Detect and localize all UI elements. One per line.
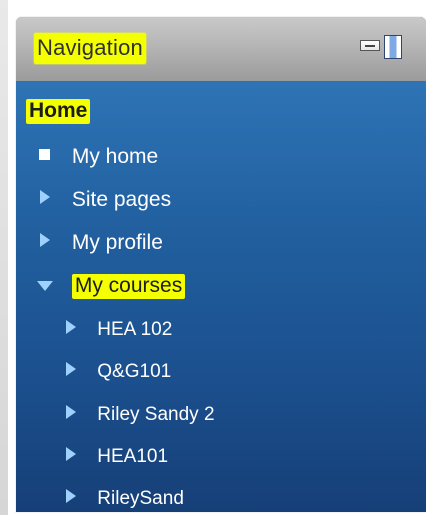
hide-block-icon[interactable] [384,35,402,59]
navigation-title: Navigation [34,33,146,64]
course-item-hea-102[interactable]: HEA 102 [60,317,172,341]
tree-item-home[interactable]: Home [26,99,91,124]
course-item-riley-sandy-2[interactable]: Riley Sandy 2 [60,402,215,426]
chevron-right-icon [60,358,84,382]
tree-item-my-profile-label: My profile [71,230,163,254]
page-frame: Navigation Home My home Site pages My pr… [0,0,426,515]
dock-icon[interactable] [360,40,380,51]
course-item-rileysand[interactable]: RileySand [60,486,184,510]
tree-item-home-label: Home [26,99,91,124]
left-strip [0,0,8,515]
chevron-right-icon [60,485,84,509]
tree-item-my-courses[interactable]: My courses [34,274,186,299]
navigation-body: Home My home Site pages My profile My co… [16,81,426,512]
chevron-down-icon [34,274,58,298]
chevron-right-icon [60,443,84,467]
course-item-label: Q&G101 [97,360,172,382]
tree-item-site-pages-label: Site pages [71,187,172,211]
tree-item-site-pages[interactable]: Site pages [34,187,171,211]
navigation-header: Navigation [16,17,426,82]
navigation-block: Navigation Home My home Site pages My pr… [16,17,426,512]
chevron-right-icon [34,229,58,253]
block-controls [360,33,412,59]
navigation-title-text: Navigation [34,33,146,64]
course-item-label: HEA101 [97,445,169,467]
tree-item-my-home[interactable]: My home [34,144,158,168]
course-item-label: HEA 102 [97,318,173,340]
tree-item-my-home-label: My home [71,144,159,168]
course-item-hea101[interactable]: HEA101 [60,444,168,468]
course-item-label: RileySand [97,487,184,509]
course-item-label: Riley Sandy 2 [97,403,215,425]
chevron-right-icon [60,316,84,340]
course-item-qg101[interactable]: Q&G101 [60,359,171,383]
tree-item-my-profile[interactable]: My profile [34,230,163,254]
chevron-right-icon [60,401,84,425]
tree-item-my-courses-label: My courses [71,274,186,299]
chevron-right-icon [34,186,58,210]
square-bullet-icon [34,143,58,167]
